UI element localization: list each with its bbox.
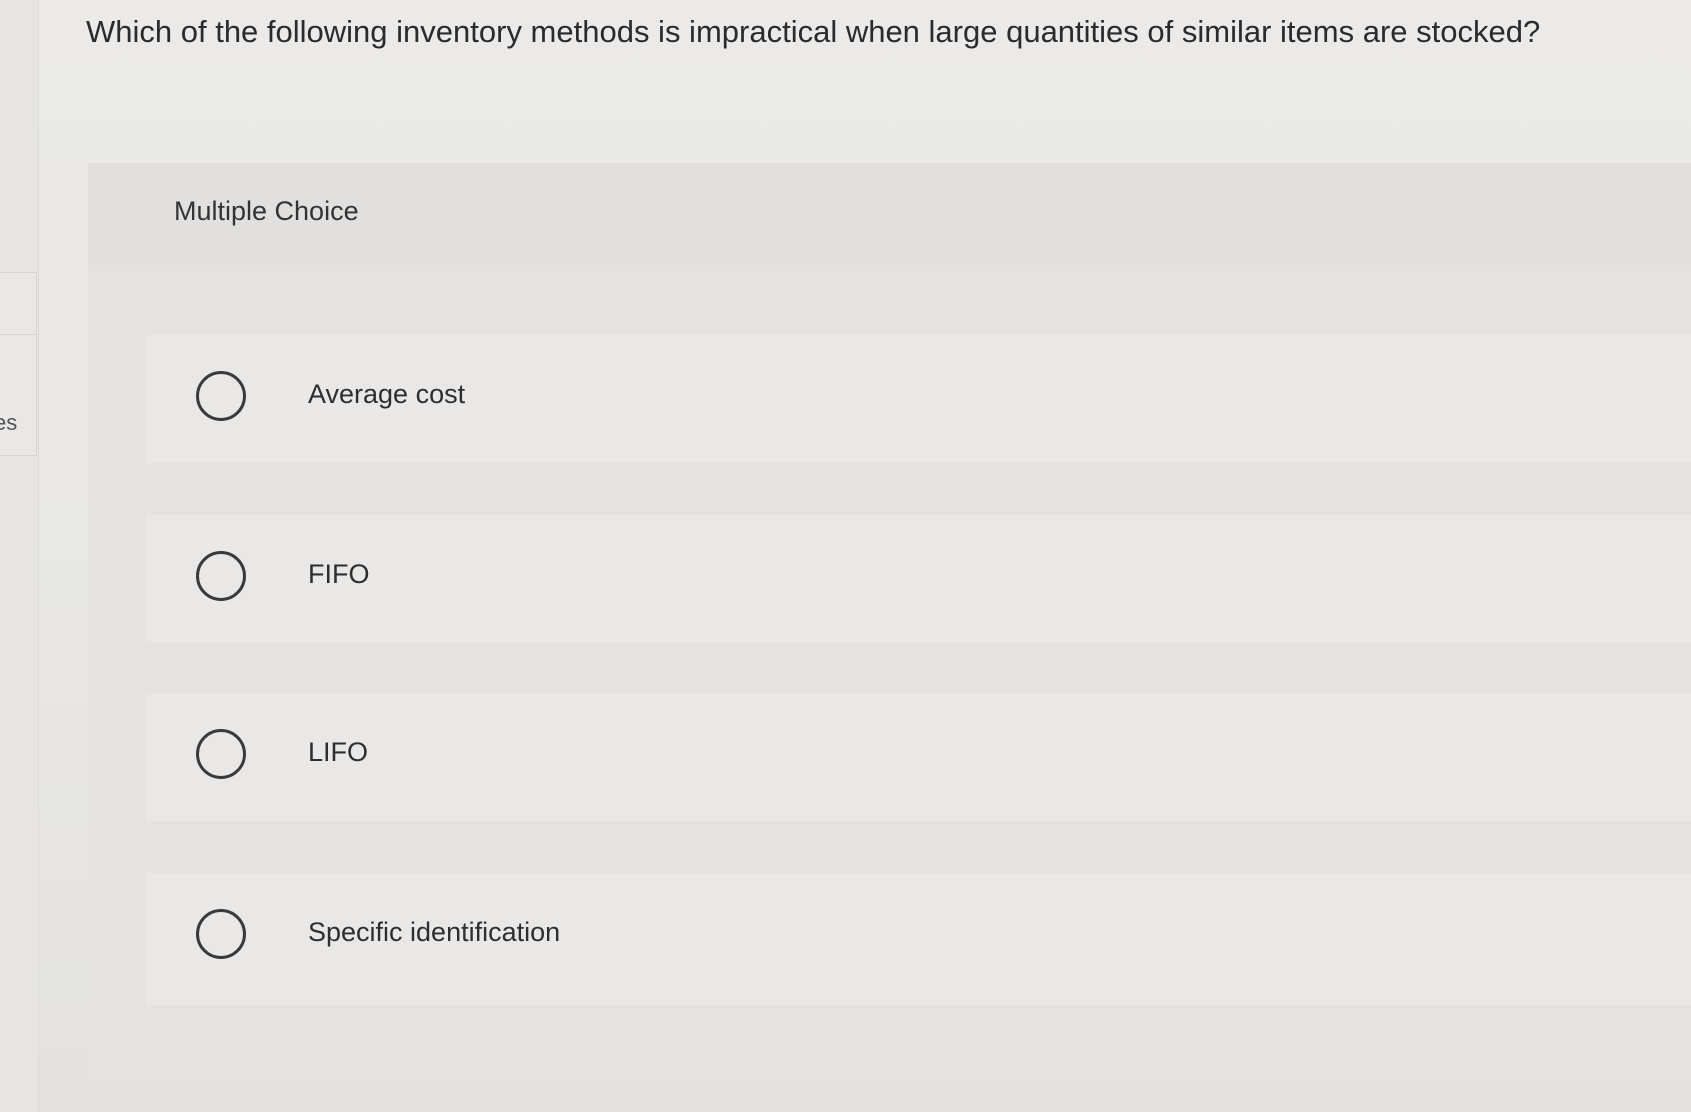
answer-option-label: Average cost [308, 379, 466, 409]
answer-option-label: FIFO [308, 559, 370, 589]
answer-option-specific-identification[interactable]: Specific identification [146, 873, 1691, 1005]
question-text: Which of the following inventory methods… [86, 14, 1541, 49]
radio-empty-icon[interactable] [196, 551, 246, 601]
multiple-choice-title: Multiple Choice [174, 196, 359, 226]
sidebar-tab[interactable] [0, 334, 37, 456]
answer-option-fifo[interactable]: FIFO [146, 515, 1691, 643]
left-sidebar: es [0, 0, 39, 1112]
answer-option-lifo[interactable]: LIFO [146, 693, 1691, 821]
radio-empty-icon[interactable] [196, 371, 246, 421]
radio-empty-icon[interactable] [196, 729, 246, 779]
radio-empty-icon[interactable] [196, 909, 246, 959]
multiple-choice-header: Multiple Choice [88, 163, 1691, 265]
sidebar-tab[interactable] [0, 272, 37, 336]
quiz-page: es Which of the following inventory meth… [0, 0, 1691, 1112]
answer-option-label: Specific identification [308, 917, 561, 947]
multiple-choice-panel: Multiple Choice Average cost FIFO LIFO S… [88, 163, 1691, 1085]
sidebar-tab-label: es [0, 410, 18, 435]
answer-option-average-cost[interactable]: Average cost [146, 335, 1691, 463]
answer-option-label: LIFO [308, 737, 369, 767]
